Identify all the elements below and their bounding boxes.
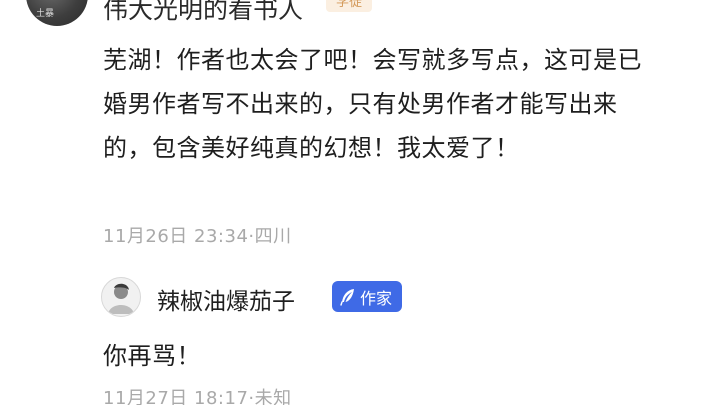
comment-body: 芜湖！作者也太会了吧！会写就多写点，这可是已婚男作者写不出来的，只有处男作者才能… xyxy=(103,46,642,162)
commenter-username[interactable]: 伟大光明的看书人 xyxy=(103,0,303,26)
reply-username[interactable]: 辣椒油爆茄子 xyxy=(157,282,295,316)
reply-timestamp: 11月27日 18:17·未知 xyxy=(103,388,292,405)
commenter-level-tag: 学徒 xyxy=(326,0,373,12)
comment-timestamp: 11月26日 23:34·四川 xyxy=(103,226,292,247)
author-badge: 作家 xyxy=(332,281,403,312)
reply-avatar[interactable] xyxy=(101,277,141,317)
feather-icon xyxy=(340,288,354,306)
comment-thread: 土暴 伟大光明的看书人 学徒 芜湖！作者也太会了吧！会写就多写点，这可是已婚男作… xyxy=(0,0,720,405)
avatar-badge: 土暴 xyxy=(36,9,55,19)
reply-body: 你再骂！ xyxy=(103,342,201,370)
author-badge-label: 作家 xyxy=(360,288,393,308)
avatar-image-icon xyxy=(108,283,134,314)
